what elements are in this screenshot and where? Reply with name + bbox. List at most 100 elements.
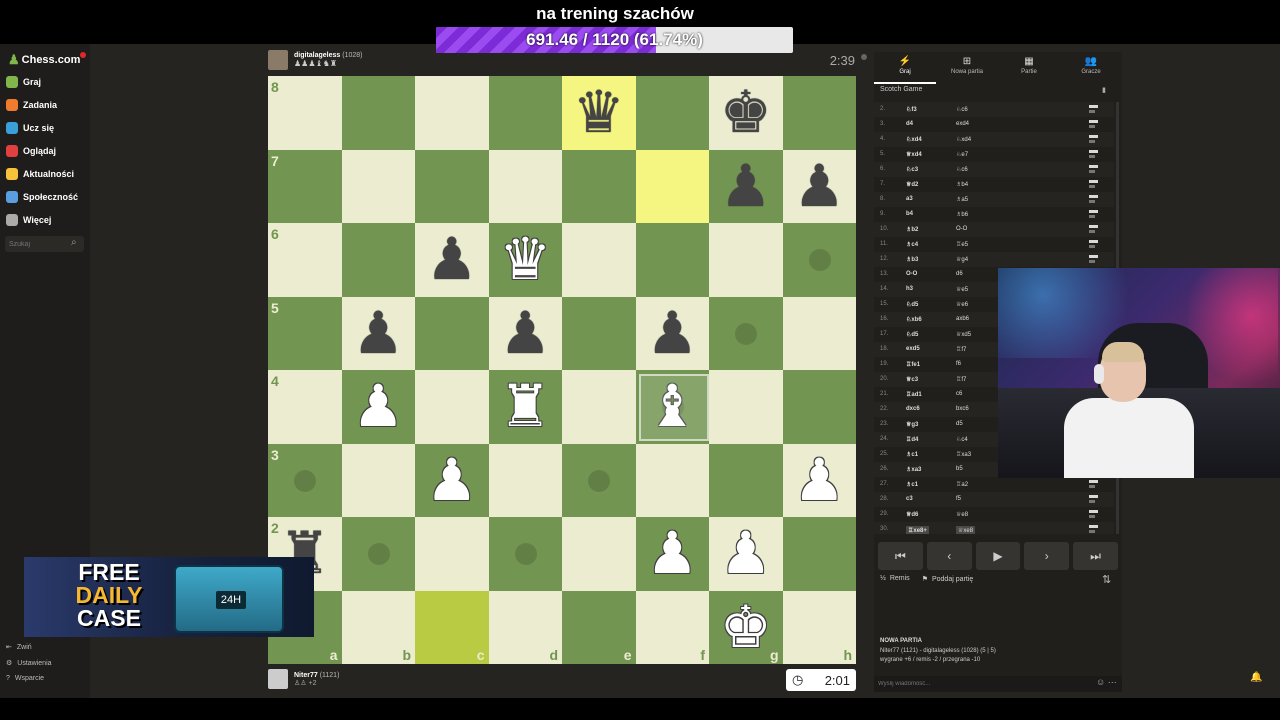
white-move[interactable]: ♕c3 <box>906 376 918 383</box>
square-e7[interactable] <box>562 149 636 223</box>
move-hint-dot[interactable] <box>735 322 757 345</box>
move-row[interactable]: 10. ♗b2 O-O <box>874 222 1114 237</box>
white-move[interactable]: c3 <box>906 496 913 502</box>
sidebar-item-0[interactable]: Graj <box>6 73 41 91</box>
white-move[interactable]: ♘xb6 <box>906 316 922 323</box>
white-pawn-icon[interactable]: ♟ <box>415 444 489 518</box>
square-b6[interactable] <box>341 223 415 297</box>
black-pawn-icon[interactable]: ♟ <box>709 150 783 224</box>
move-hint-dot[interactable] <box>588 469 610 492</box>
black-move[interactable]: d6 <box>956 271 963 277</box>
move-hint-dot[interactable] <box>808 249 831 271</box>
black-move[interactable]: ♖xa3 <box>956 451 971 458</box>
square-d7[interactable] <box>488 149 562 223</box>
bottom-player-name[interactable]: Niter77 <box>294 672 318 679</box>
black-move[interactable]: O-O <box>956 226 967 232</box>
black-pawn-icon[interactable]: ♟ <box>415 223 489 297</box>
white-move[interactable]: a3 <box>906 196 913 202</box>
white-move[interactable]: ♘f3 <box>906 106 917 113</box>
search-icon[interactable]: ⌕ <box>71 237 77 248</box>
black-move[interactable]: ♗b6 <box>956 211 968 218</box>
black-move[interactable]: b5 <box>956 466 963 472</box>
white-move[interactable]: ♕d6 <box>906 511 918 518</box>
white-pawn-icon[interactable]: ♟ <box>342 370 416 444</box>
sidebar-item-5[interactable]: Społeczność <box>6 188 78 206</box>
black-move[interactable]: ♖f7 <box>956 346 966 353</box>
square-c8[interactable] <box>415 76 489 150</box>
black-pawn-icon[interactable]: ♟ <box>783 150 857 224</box>
square-b5[interactable]: ♟ <box>341 296 415 370</box>
move-hint-dot[interactable] <box>514 543 537 565</box>
move-row[interactable]: 30. ♖xe8+ ♕xe8 <box>874 522 1114 534</box>
white-move[interactable]: ♗xa3 <box>906 466 921 473</box>
square-g6[interactable] <box>709 223 783 297</box>
white-move[interactable]: ♗c1 <box>906 481 918 488</box>
black-move[interactable]: ♗a5 <box>956 196 968 203</box>
white-queen-icon[interactable]: ♛ <box>489 223 563 297</box>
square-g5[interactable] <box>709 296 783 370</box>
white-move[interactable]: ♖ad1 <box>906 391 922 398</box>
square-b3[interactable] <box>341 443 415 517</box>
last-move-button[interactable]: ⏭ <box>1073 542 1118 570</box>
chat-input[interactable] <box>874 676 1122 692</box>
square-e8[interactable]: ♛ <box>562 76 636 150</box>
white-move[interactable]: ♗c4 <box>906 241 918 248</box>
sidebar-item-6[interactable]: Więcej <box>6 211 51 229</box>
white-pawn-icon[interactable]: ♟ <box>636 517 710 591</box>
square-a4[interactable]: 4 <box>268 370 342 444</box>
white-move[interactable]: ♖d4 <box>906 436 918 443</box>
square-c4[interactable] <box>415 370 489 444</box>
more-icon[interactable]: ⋯ <box>1108 677 1117 687</box>
square-h6[interactable] <box>782 223 856 297</box>
white-move[interactable]: ♘d5 <box>906 331 918 338</box>
square-h5[interactable] <box>782 296 856 370</box>
black-move[interactable]: f6 <box>956 361 961 367</box>
white-move[interactable]: exd5 <box>906 346 920 352</box>
white-move[interactable]: ♗b2 <box>906 226 918 233</box>
black-move[interactable]: ♘c6 <box>956 166 968 173</box>
white-rook-icon[interactable]: ♜ <box>489 370 563 444</box>
square-d4[interactable]: ♜ <box>488 370 563 444</box>
square-c5[interactable] <box>415 296 489 370</box>
square-b4[interactable]: ♟ <box>341 370 416 444</box>
square-d6[interactable]: ♛ <box>488 223 563 297</box>
flip-board-icon[interactable]: ⇅ <box>1102 573 1111 586</box>
resign-button[interactable]: ⚑ Poddaj partię <box>922 575 974 589</box>
square-h3[interactable]: ♟ <box>782 443 856 517</box>
square-e4[interactable] <box>562 370 636 444</box>
black-move[interactable]: ♕e5 <box>956 286 968 293</box>
move-row[interactable]: 11. ♗c4 ♖e5 <box>874 237 1114 252</box>
chess-logo[interactable]: ♟ Chess.com <box>8 52 80 68</box>
square-e3[interactable] <box>562 443 636 517</box>
black-move[interactable]: ♖f7 <box>956 376 966 383</box>
square-e2[interactable] <box>562 517 636 591</box>
tab-0[interactable]: ⚡ Graj <box>874 52 936 84</box>
square-d2[interactable] <box>488 517 562 591</box>
first-move-button[interactable]: ⏮ <box>878 542 923 570</box>
white-move[interactable]: ♕g3 <box>906 421 918 428</box>
square-d5[interactable]: ♟ <box>488 296 562 370</box>
square-b7[interactable] <box>341 149 415 223</box>
square-b2[interactable] <box>341 517 415 591</box>
white-move[interactable]: ♗b3 <box>906 256 918 263</box>
white-pawn-icon[interactable]: ♟ <box>709 517 783 591</box>
square-d1[interactable]: d <box>488 590 562 664</box>
square-f3[interactable] <box>635 443 709 517</box>
black-move[interactable]: d5 <box>956 421 963 427</box>
book-icon[interactable]: ▮ <box>1102 86 1106 94</box>
sidebar-footer-item[interactable]: ? Wsparcie <box>6 675 44 682</box>
avatar[interactable] <box>268 669 288 689</box>
move-row[interactable]: 27. ♗c1 ♖a2 <box>874 477 1114 492</box>
square-f5[interactable]: ♟ <box>635 296 709 370</box>
square-c6[interactable]: ♟ <box>415 223 489 297</box>
white-move[interactable]: ♘c3 <box>906 166 918 173</box>
white-move[interactable]: d4 <box>906 121 913 127</box>
move-row[interactable]: 28. c3 f5 <box>874 492 1114 507</box>
black-king-icon[interactable]: ♚ <box>709 76 783 150</box>
next-move-button[interactable]: › <box>1024 542 1070 570</box>
square-g7[interactable]: ♟ <box>709 149 783 224</box>
white-move[interactable]: ♘xd4 <box>906 136 922 143</box>
square-f1[interactable]: f <box>635 590 709 664</box>
bell-icon[interactable]: 🔔 <box>1250 672 1262 683</box>
black-move[interactable]: bxc6 <box>956 406 969 412</box>
